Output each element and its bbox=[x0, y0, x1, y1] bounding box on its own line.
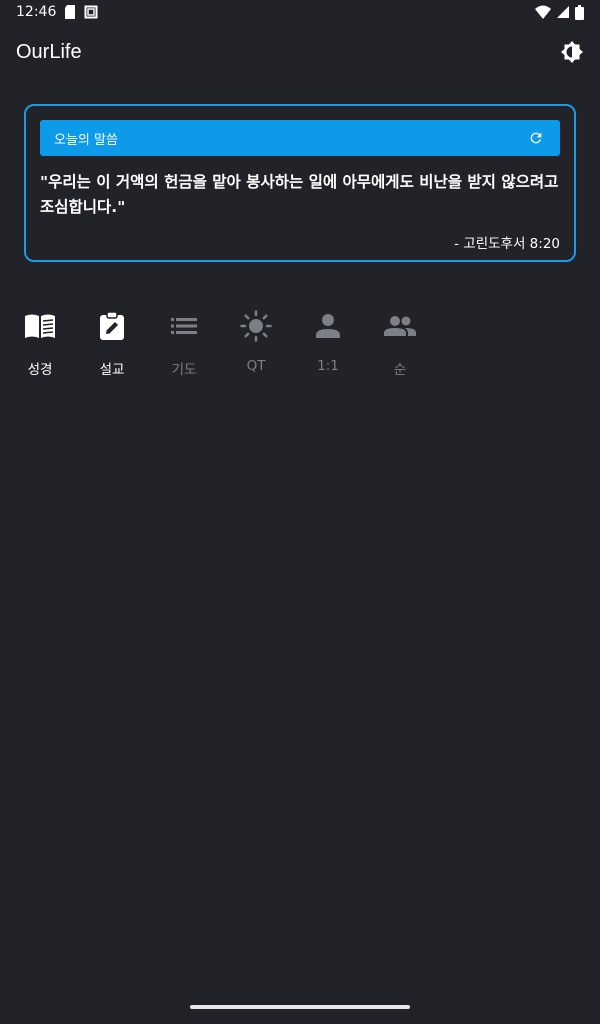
people-icon bbox=[382, 308, 418, 344]
status-time: 12:46 bbox=[16, 4, 57, 20]
status-right bbox=[535, 4, 584, 20]
menu-label: QT bbox=[246, 358, 266, 374]
theme-toggle-button[interactable] bbox=[560, 40, 584, 64]
sermon-edit-icon bbox=[94, 308, 130, 344]
menu-label: 성경 bbox=[27, 362, 53, 378]
menu-item-sermon[interactable]: 설교 bbox=[76, 308, 148, 378]
app-title: OurLife bbox=[16, 40, 82, 63]
menu-item-prayer[interactable]: 기도 bbox=[148, 308, 220, 378]
feature-menu: 성경 설교 기도 QT 1:1 순 bbox=[4, 308, 436, 378]
app-bar: OurLife bbox=[0, 24, 600, 80]
verse-header: 오늘의 말씀 bbox=[40, 120, 560, 156]
wifi-icon bbox=[535, 5, 551, 19]
status-left: 12:46 bbox=[16, 4, 98, 20]
list-icon bbox=[166, 308, 202, 344]
brightness-icon bbox=[561, 41, 583, 63]
battery-icon bbox=[575, 4, 584, 20]
menu-item-one-on-one[interactable]: 1:1 bbox=[292, 308, 364, 378]
verse-reference: - 고린도후서 8:20 bbox=[454, 236, 560, 252]
book-open-icon bbox=[22, 308, 58, 344]
signal-icon bbox=[557, 6, 569, 18]
person-icon bbox=[310, 308, 346, 344]
menu-label: 순 bbox=[393, 362, 407, 378]
sd-card-icon bbox=[64, 5, 76, 19]
verse-card: 오늘의 말씀 "우리는 이 거액의 헌금을 맡아 봉사하는 일에 아무에게도 비… bbox=[24, 104, 576, 262]
menu-item-qt[interactable]: QT bbox=[220, 308, 292, 378]
menu-label: 1:1 bbox=[317, 358, 339, 374]
menu-label: 설교 bbox=[99, 362, 125, 378]
status-bar: 12:46 bbox=[0, 0, 600, 24]
menu-item-group[interactable]: 순 bbox=[364, 308, 436, 378]
sun-icon bbox=[238, 308, 274, 344]
menu-item-bible[interactable]: 성경 bbox=[4, 308, 76, 378]
refresh-icon bbox=[530, 132, 542, 144]
verse-text: "우리는 이 거액의 헌금을 맡아 봉사하는 일에 아무에게도 비난을 받지 않… bbox=[40, 173, 559, 216]
refresh-button[interactable] bbox=[526, 128, 546, 148]
screenshot-icon bbox=[84, 5, 98, 19]
verse-header-title: 오늘의 말씀 bbox=[54, 132, 118, 148]
menu-label: 기도 bbox=[171, 362, 197, 378]
gesture-nav-handle[interactable] bbox=[190, 1005, 410, 1009]
